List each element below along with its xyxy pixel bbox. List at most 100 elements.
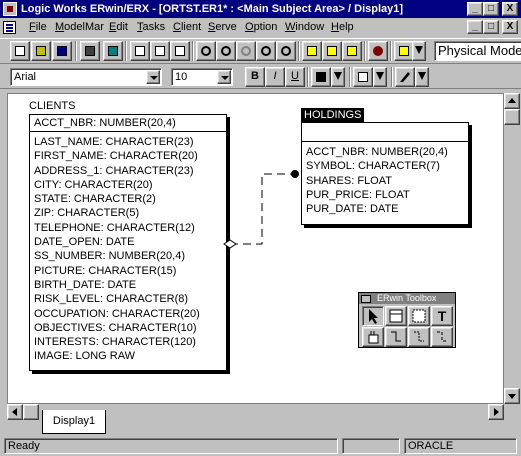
text-color-icon [316,72,326,82]
font-name-value: Arial [14,71,37,83]
menu-client[interactable]: Client [173,21,201,33]
horizontal-scroll-thumb[interactable] [23,404,39,420]
key-display-icon [175,46,185,56]
key-display-button[interactable] [170,41,190,61]
view-selector-button[interactable] [394,41,414,61]
fill-color-dropdown[interactable] [373,67,387,87]
maximize-button[interactable]: □ [483,2,499,16]
open-file-button[interactable] [31,41,51,61]
toolbox-title[interactable]: ERwin Toolbox [359,293,455,304]
font-color-dropdown[interactable] [331,67,345,87]
forward-engineer-icon [307,46,317,56]
erwin-app-icon[interactable] [3,2,17,16]
entity-display-icon [135,46,145,56]
new-file-button[interactable] [10,41,30,61]
menu-edit[interactable]: Edit [109,21,128,33]
child-restore-button[interactable]: □ [483,20,499,34]
status-panel-empty [342,438,400,454]
status-bar: Ready ORACLE [0,436,521,456]
diagram-canvas[interactable]: CLIENTS ACCT_NBR: NUMBER(20,4) LAST_NAME… [7,93,504,404]
non-identifying-relationship-icon [437,331,447,342]
menu-modelmart[interactable]: ModelMar [55,21,104,33]
zoom-all-button[interactable] [256,41,276,61]
zoom-fit-icon [241,46,251,56]
window-title: Logic Works ERwin/ERX - [ORTST.ER1* : <M… [21,3,404,15]
reverse-engineer-button[interactable] [322,41,342,61]
fill-color-button[interactable] [353,67,373,87]
select-tool-button[interactable] [362,306,384,326]
vertical-scrollbar[interactable] [504,93,520,404]
new-file-icon [15,46,25,56]
mode-selector[interactable]: Physical Mode [434,41,521,61]
child-close-button[interactable]: X [502,20,518,34]
tab-display1[interactable]: Display1 [42,410,106,434]
vertical-scroll-thumb[interactable] [504,109,520,125]
format-toolbar: Arial 10 B I U [0,65,521,89]
floppy-icon [57,46,67,56]
title-bar[interactable]: Logic Works ERwin/ERX - [ORTST.ER1* : <M… [0,0,521,18]
relationship-layer [223,170,299,249]
reverse-engineer-icon [327,46,337,56]
font-name-combo[interactable]: Arial [10,68,162,86]
erwin-toolbox[interactable]: ERwin Toolbox T [358,292,456,348]
identifying-relationship-tool-button[interactable] [385,327,407,347]
save-button[interactable] [52,41,72,61]
relationship-dot-icon [291,170,299,178]
close-button[interactable]: X [502,2,518,16]
non-identifying-relationship-tool-button[interactable] [431,327,453,347]
attribute-display-button[interactable] [150,41,170,61]
zoom-page-button[interactable] [276,41,296,61]
many-to-many-tool-button[interactable] [408,327,430,347]
scroll-right-button[interactable] [488,404,504,420]
menu-file[interactable]: File [29,21,47,33]
font-size-value: 10 [175,71,188,83]
complete-compare-button[interactable] [342,41,362,61]
scroll-down-button[interactable] [504,388,520,404]
zoom-in-button[interactable] [216,41,236,61]
identifying-relationship-icon [391,331,401,342]
subtype-tool-button[interactable] [408,306,430,326]
menu-option[interactable]: Option [245,21,277,33]
text-tool-button[interactable]: T [431,306,453,326]
menu-window[interactable]: Window [285,21,324,33]
entity-tool-button[interactable] [385,306,407,326]
model-explorer-button[interactable] [368,41,388,61]
many-to-many-icon [414,331,424,342]
zoom-out-icon [201,46,211,56]
forward-engineer-button[interactable] [302,41,322,61]
window-icon [399,46,409,56]
minimize-button[interactable]: _ [467,2,483,16]
zoom-fit-button[interactable] [236,41,256,61]
arrow-right-icon [494,408,499,416]
relationship-diamond-icon [223,239,237,249]
entity-display-button[interactable] [130,41,150,61]
menu-server[interactable]: Serve [208,21,237,33]
hand-icon [368,331,379,344]
print-button[interactable] [80,41,100,61]
line-color-dropdown[interactable] [415,67,429,87]
font-size-combo[interactable]: 10 [171,68,233,86]
relationship-line[interactable] [230,173,293,245]
scroll-up-button[interactable] [504,93,520,109]
line-color-button[interactable] [395,67,415,87]
scroll-left-button[interactable] [7,404,23,420]
zoom-out-button[interactable] [196,41,216,61]
document-icon[interactable] [3,21,16,34]
bold-button[interactable]: B [245,67,265,87]
chevron-down-icon [334,72,342,80]
report-button[interactable] [103,41,123,61]
chevron-down-icon[interactable] [217,70,231,84]
font-color-button[interactable] [311,67,331,87]
hand-tool-button[interactable] [362,327,384,347]
underline-button[interactable]: U [285,67,305,87]
menu-tasks[interactable]: Tasks [137,21,165,33]
chevron-down-icon[interactable] [146,70,160,84]
child-minimize-button[interactable]: _ [467,20,483,34]
subtype-icon [412,309,426,323]
italic-button[interactable]: I [265,67,285,87]
view-selector-dropdown[interactable] [412,41,426,61]
menu-help[interactable]: Help [331,21,354,33]
folder-icon [36,46,46,56]
zoom-all-icon [261,46,271,56]
report-icon [108,46,118,56]
